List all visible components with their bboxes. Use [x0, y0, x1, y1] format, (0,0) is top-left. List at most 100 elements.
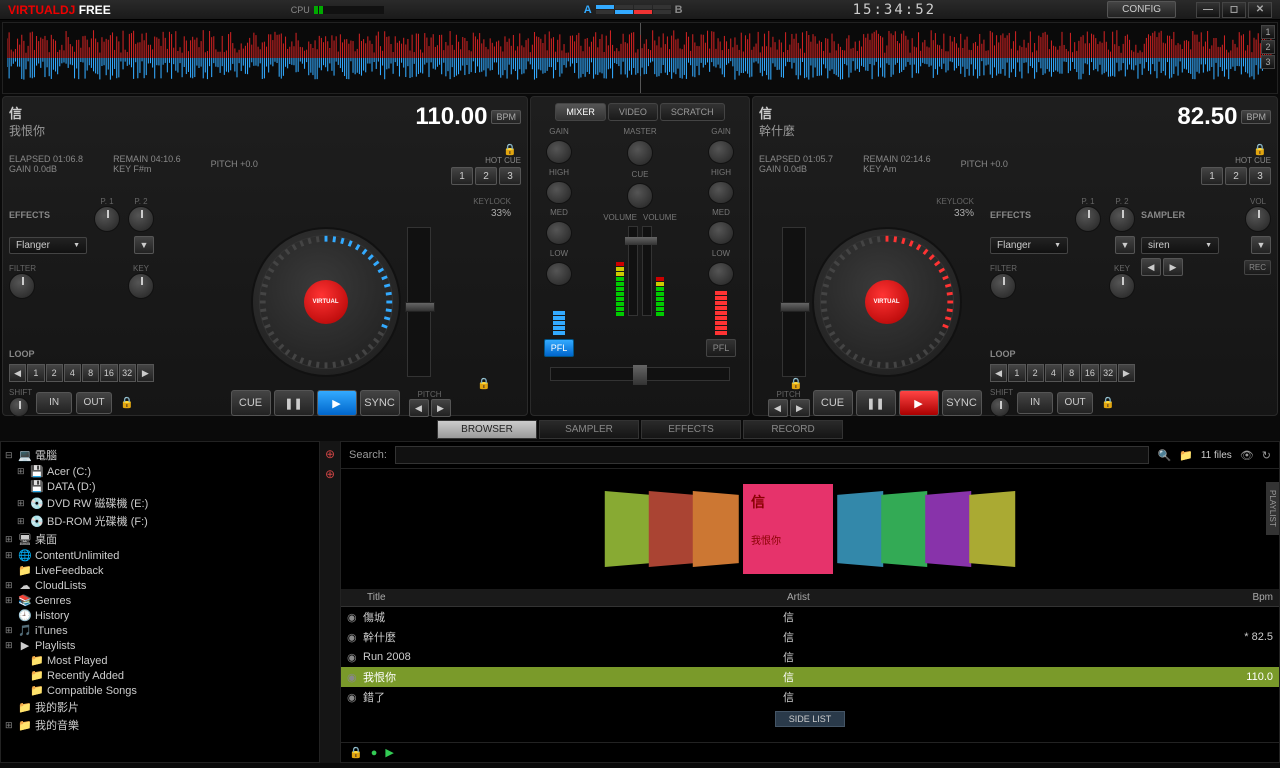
pitch-down[interactable]: ◀: [409, 399, 429, 417]
config-button[interactable]: CONFIG: [1107, 1, 1176, 18]
pitch-slider-b[interactable]: [782, 227, 806, 377]
lock-icon[interactable]: 🔒: [451, 143, 517, 156]
tree-item[interactable]: ⊞📚Genres: [5, 593, 315, 608]
track-row[interactable]: ◉Run 2008信: [341, 647, 1279, 667]
cover-flow[interactable]: 信我恨你: [341, 469, 1279, 589]
gain-knob-a[interactable]: [546, 140, 572, 164]
rec-button[interactable]: REC: [1244, 260, 1271, 275]
play-button[interactable]: ▶: [317, 390, 357, 416]
effects-tab[interactable]: EFFECTS: [641, 420, 741, 439]
sync-button[interactable]: SYNC: [360, 390, 400, 416]
med-knob-a[interactable]: [546, 221, 572, 245]
fx-select-b[interactable]: Flanger: [990, 237, 1068, 254]
crossfader[interactable]: [550, 367, 730, 381]
deck-a-bpm[interactable]: 110.00: [415, 103, 487, 131]
playlist-tab[interactable]: PLAYLIST: [1266, 482, 1279, 535]
wave-page-buttons[interactable]: 123: [1261, 25, 1275, 69]
lock-icon[interactable]: 🔒: [349, 746, 363, 759]
tree-side-buttons[interactable]: ⊕⊕: [320, 441, 340, 763]
jog-wheel-b[interactable]: VIRTUAL: [812, 227, 962, 377]
tree-item[interactable]: ⊞☁CloudLists: [5, 578, 315, 593]
fx-select[interactable]: Flanger: [9, 237, 87, 254]
folder-tree[interactable]: ⊟💻電腦⊞💾Acer (C:)💾DATA (D:)⊞💿DVD RW 磁碟機 (E…: [0, 441, 320, 763]
pitch-slider-a[interactable]: [407, 227, 431, 377]
track-row[interactable]: ◉傷城信: [341, 607, 1279, 627]
low-knob-a[interactable]: [546, 262, 572, 286]
play-icon[interactable]: ▶: [385, 746, 393, 759]
hotcue-1[interactable]: 1: [451, 167, 473, 185]
refresh-icon[interactable]: ↻: [1262, 449, 1271, 462]
cue-knob[interactable]: [627, 183, 653, 209]
med-knob-b[interactable]: [708, 221, 734, 245]
high-knob-a[interactable]: [546, 181, 572, 205]
jog-wheel-a[interactable]: VIRTUAL: [251, 227, 401, 377]
fx-p1-knob[interactable]: [94, 206, 120, 232]
key-knob[interactable]: [128, 273, 154, 299]
filter-knob[interactable]: [9, 273, 35, 299]
volume-fader-a[interactable]: [628, 226, 638, 316]
pfl-b[interactable]: PFL: [706, 339, 737, 357]
view-icon[interactable]: 👁: [1240, 449, 1254, 462]
tree-item[interactable]: ⊞💾Acer (C:): [5, 464, 315, 479]
pfl-a[interactable]: PFL: [544, 339, 575, 357]
lock-icon[interactable]: 🔒: [120, 396, 134, 409]
tree-item[interactable]: 🕘History: [5, 608, 315, 623]
hotcue-3[interactable]: 3: [499, 167, 521, 185]
browser-tab[interactable]: BROWSER: [437, 420, 537, 439]
loop-prev[interactable]: ◀: [9, 364, 26, 382]
tree-item[interactable]: ⊞📁我的音樂: [5, 716, 315, 734]
bpm-badge[interactable]: BPM: [491, 110, 521, 124]
sync-button-b[interactable]: SYNC: [942, 390, 982, 416]
tree-item[interactable]: ⊞🎵iTunes: [5, 623, 315, 638]
sampler-select-b[interactable]: siren: [1141, 237, 1219, 254]
lock-icon[interactable]: 🔒: [1101, 396, 1115, 409]
tree-item[interactable]: 📁Most Played: [5, 653, 315, 668]
loop-next[interactable]: ▶: [137, 364, 154, 382]
pitch-up[interactable]: ▶: [431, 399, 451, 417]
pause-button[interactable]: ❚❚: [274, 390, 314, 416]
track-row[interactable]: ◉幹什麼信* 82.5: [341, 627, 1279, 647]
fx-p2-knob[interactable]: [128, 206, 154, 232]
video-tab[interactable]: VIDEO: [608, 103, 658, 121]
tree-item[interactable]: ⊞▶Playlists: [5, 638, 315, 653]
volume-fader-b[interactable]: [642, 226, 652, 316]
fx-toggle[interactable]: ▼: [134, 236, 154, 254]
high-knob-b[interactable]: [708, 181, 734, 205]
lock-icon[interactable]: 🔒: [789, 377, 803, 390]
table-header[interactable]: TitleArtistBpm: [341, 589, 1279, 607]
folder-icon[interactable]: 📁: [1179, 449, 1193, 462]
tree-item[interactable]: 💾DATA (D:): [5, 479, 315, 494]
pause-button-b[interactable]: ❚❚: [856, 390, 896, 416]
tree-item[interactable]: 📁Recently Added: [5, 668, 315, 683]
cue-button[interactable]: CUE: [231, 390, 271, 416]
close-button[interactable]: ✕: [1248, 2, 1272, 18]
loop-in[interactable]: IN: [36, 392, 72, 414]
hotcue-2[interactable]: 2: [475, 167, 497, 185]
lock-icon[interactable]: 🔒: [1201, 143, 1267, 156]
shift-knob[interactable]: [9, 397, 29, 417]
tree-item[interactable]: ⊞💿BD-ROM 光碟機 (F:): [5, 512, 315, 530]
cue-button-b[interactable]: CUE: [813, 390, 853, 416]
search-icon[interactable]: 🔍: [1157, 449, 1171, 462]
track-row[interactable]: ◉我恨你信110.0: [341, 667, 1279, 687]
tree-item[interactable]: ⊞💿DVD RW 磁碟機 (E:): [5, 494, 315, 512]
tree-item[interactable]: 📁Compatible Songs: [5, 683, 315, 698]
mixer-tab[interactable]: MIXER: [555, 103, 606, 121]
tree-item[interactable]: ⊞🌐ContentUnlimited: [5, 548, 315, 563]
low-knob-b[interactable]: [708, 262, 734, 286]
wave-overview[interactable]: 123: [2, 22, 1278, 94]
deck-b-bpm[interactable]: 82.50: [1177, 103, 1237, 131]
play-button-b[interactable]: ▶: [899, 390, 939, 416]
maximize-button[interactable]: ◻: [1222, 2, 1246, 18]
lock-icon[interactable]: 🔒: [477, 377, 491, 390]
sampler-tab[interactable]: SAMPLER: [539, 420, 639, 439]
scratch-tab[interactable]: SCRATCH: [660, 103, 725, 121]
minimize-button[interactable]: —: [1196, 2, 1220, 18]
tree-item[interactable]: 📁LiveFeedback: [5, 563, 315, 578]
tree-item[interactable]: 📁我的影片: [5, 698, 315, 716]
gain-knob-b[interactable]: [708, 140, 734, 164]
master-knob[interactable]: [627, 140, 653, 166]
search-input[interactable]: [395, 446, 1150, 464]
track-row[interactable]: ◉錯了信: [341, 687, 1279, 707]
tree-item[interactable]: ⊞🖥桌面: [5, 530, 315, 548]
